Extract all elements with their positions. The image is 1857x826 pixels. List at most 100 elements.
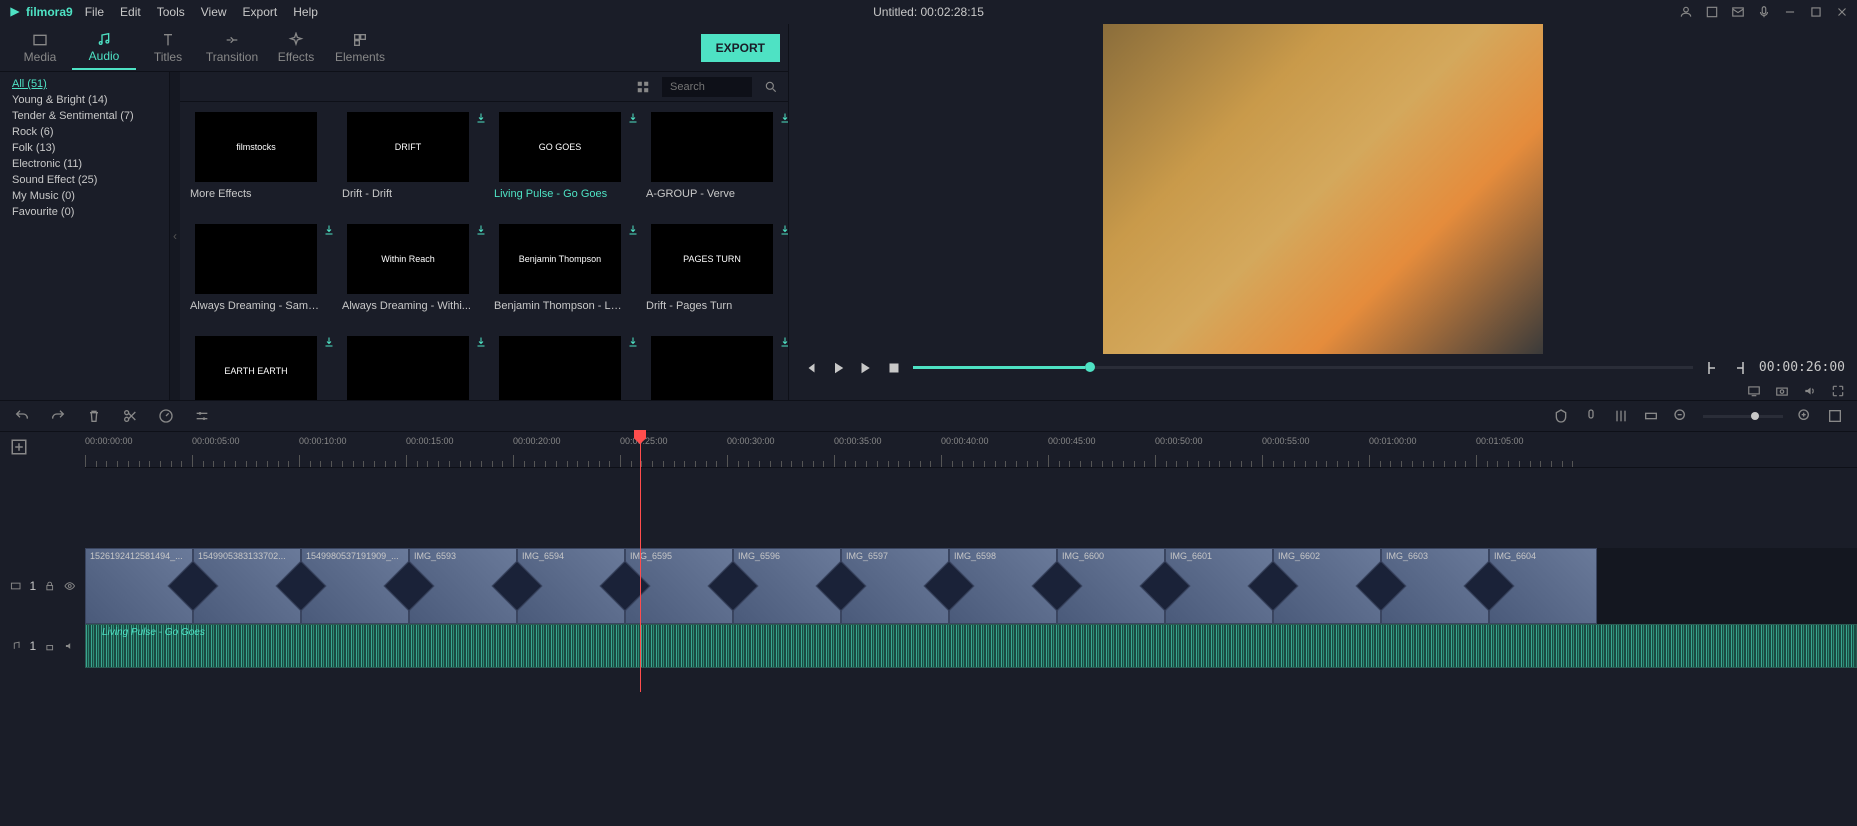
minimize-icon[interactable] xyxy=(1783,5,1797,19)
sidebar-item[interactable]: All (51) xyxy=(0,76,169,92)
asset-item[interactable] xyxy=(342,336,474,400)
sidebar-collapse[interactable]: ‹ xyxy=(170,72,180,400)
tab-titles[interactable]: Titles xyxy=(136,26,200,70)
sidebar-item[interactable]: Young & Bright (14) xyxy=(0,92,169,108)
search-input[interactable] xyxy=(662,77,752,97)
tab-media[interactable]: Media xyxy=(8,26,72,70)
snapshot-to-pc-icon[interactable] xyxy=(1747,384,1761,398)
asset-item[interactable]: DRIFTDrift - Drift xyxy=(342,112,474,200)
download-icon[interactable] xyxy=(323,224,335,239)
lock-icon[interactable] xyxy=(44,640,55,652)
menu-edit[interactable]: Edit xyxy=(120,5,141,19)
asset-item[interactable]: A-GROUP - Verve xyxy=(646,112,778,200)
lock-icon[interactable] xyxy=(44,580,55,592)
asset-item[interactable] xyxy=(646,336,778,400)
tab-audio[interactable]: Audio xyxy=(72,26,136,70)
undo-icon[interactable] xyxy=(14,408,30,424)
asset-item[interactable]: Within ReachAlways Dreaming - Withi... xyxy=(342,224,474,312)
preview-scrubber[interactable] xyxy=(913,366,1693,369)
download-icon[interactable] xyxy=(323,336,335,351)
menu-tools[interactable]: Tools xyxy=(157,5,185,19)
tab-elements[interactable]: Elements xyxy=(328,26,392,70)
tab-effects[interactable]: Effects xyxy=(264,26,328,70)
volume-icon[interactable] xyxy=(1803,384,1817,398)
mark-in-icon[interactable] xyxy=(1703,359,1721,377)
category-sidebar: All (51)Young & Bright (14)Tender & Sent… xyxy=(0,72,170,400)
download-icon[interactable] xyxy=(627,224,639,239)
asset-item[interactable] xyxy=(494,336,626,400)
sidebar-item[interactable]: Electronic (11) xyxy=(0,156,169,172)
timeline-ruler[interactable]: 00:00:00:0000:00:05:0000:00:10:0000:00:1… xyxy=(85,432,1857,468)
mark-out-icon[interactable] xyxy=(1731,359,1749,377)
marker-icon[interactable] xyxy=(1553,408,1569,424)
sidebar-item[interactable]: Folk (13) xyxy=(0,140,169,156)
close-icon[interactable] xyxy=(1835,5,1849,19)
redo-icon[interactable] xyxy=(50,408,66,424)
audio-clip[interactable]: Living Pulse - Go Goes xyxy=(85,624,1857,668)
download-icon[interactable] xyxy=(627,336,639,351)
download-icon[interactable] xyxy=(779,224,788,239)
sidebar-item[interactable]: Sound Effect (25) xyxy=(0,172,169,188)
add-track-icon[interactable] xyxy=(10,438,28,456)
zoom-slider[interactable] xyxy=(1703,415,1783,418)
download-icon[interactable] xyxy=(779,336,788,351)
asset-item[interactable]: filmstocksMore Effects xyxy=(190,112,322,200)
account-icon[interactable] xyxy=(1679,5,1693,19)
tab-label: Elements xyxy=(335,50,385,64)
zoom-out-icon[interactable] xyxy=(1673,408,1689,424)
zoom-fit-icon[interactable] xyxy=(1827,408,1843,424)
playhead[interactable] xyxy=(640,432,641,692)
asset-thumbnail: Benjamin Thompson xyxy=(499,224,621,294)
video-track: 1 1526192412581494_...1549905383133702..… xyxy=(0,548,1857,624)
stop-icon[interactable] xyxy=(885,359,903,377)
render-icon[interactable] xyxy=(1643,408,1659,424)
eye-icon[interactable] xyxy=(64,580,75,592)
menu-file[interactable]: File xyxy=(85,5,104,19)
menu-help[interactable]: Help xyxy=(293,5,318,19)
asset-item[interactable]: Benjamin ThompsonBenjamin Thompson - Lul… xyxy=(494,224,626,312)
adjust-icon[interactable] xyxy=(194,408,210,424)
download-icon[interactable] xyxy=(779,112,788,127)
mic-icon[interactable] xyxy=(1757,5,1771,19)
mixer-icon[interactable] xyxy=(1613,408,1629,424)
grid-view-icon[interactable] xyxy=(636,80,650,94)
tab-transition[interactable]: Transition xyxy=(200,26,264,70)
export-button[interactable]: EXPORT xyxy=(701,34,780,62)
split-icon[interactable] xyxy=(122,408,138,424)
maximize-icon[interactable] xyxy=(1809,5,1823,19)
play-forward-icon[interactable] xyxy=(857,359,875,377)
video-track-body[interactable]: 1526192412581494_...1549905383133702...1… xyxy=(85,548,1857,624)
search-icon[interactable] xyxy=(764,80,778,94)
play-icon[interactable] xyxy=(829,359,847,377)
asset-item[interactable]: PAGES TURNDrift - Pages Turn xyxy=(646,224,778,312)
asset-item[interactable]: GO GOESLiving Pulse - Go Goes xyxy=(494,112,626,200)
audio-clip-label: Living Pulse - Go Goes xyxy=(102,627,205,638)
sidebar-item[interactable]: Tender & Sentimental (7) xyxy=(0,108,169,124)
record-icon[interactable] xyxy=(1583,408,1599,424)
download-icon[interactable] xyxy=(475,224,487,239)
asset-item[interactable]: EARTH EARTH xyxy=(190,336,322,400)
app-version: 9 xyxy=(66,5,73,19)
download-icon[interactable] xyxy=(475,336,487,351)
waveform xyxy=(86,625,1856,667)
audio-track-body[interactable]: Living Pulse - Go Goes xyxy=(85,624,1857,668)
asset-thumbnail: Within Reach xyxy=(347,224,469,294)
menu-view[interactable]: View xyxy=(201,5,227,19)
sidebar-item[interactable]: My Music (0) xyxy=(0,188,169,204)
sidebar-item[interactable]: Rock (6) xyxy=(0,124,169,140)
message-icon[interactable] xyxy=(1731,5,1745,19)
download-icon[interactable] xyxy=(475,112,487,127)
delete-icon[interactable] xyxy=(86,408,102,424)
zoom-in-icon[interactable] xyxy=(1797,408,1813,424)
asset-thumbnail: DRIFT xyxy=(347,112,469,182)
fullscreen-icon[interactable] xyxy=(1831,384,1845,398)
prev-frame-icon[interactable] xyxy=(801,359,819,377)
speed-icon[interactable] xyxy=(158,408,174,424)
asset-item[interactable]: Always Dreaming - Same... xyxy=(190,224,322,312)
mute-icon[interactable] xyxy=(64,640,75,652)
sidebar-item[interactable]: Favourite (0) xyxy=(0,204,169,220)
menu-export[interactable]: Export xyxy=(243,5,278,19)
snapshot-icon[interactable] xyxy=(1775,384,1789,398)
save-icon[interactable] xyxy=(1705,5,1719,19)
download-icon[interactable] xyxy=(627,112,639,127)
